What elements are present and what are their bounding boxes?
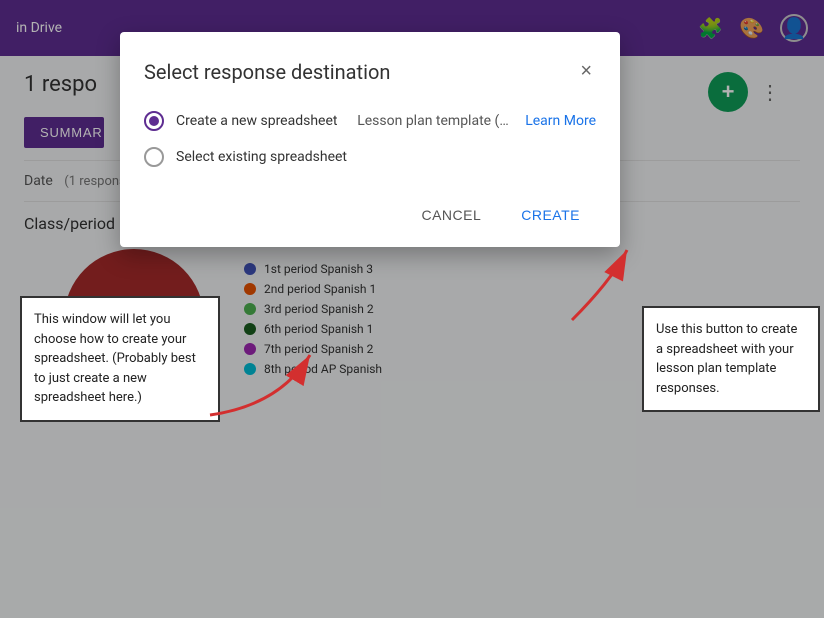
modal-options: Create a new spreadsheet Lesson plan tem… <box>144 111 596 167</box>
cancel-button[interactable]: CANCEL <box>405 199 497 231</box>
radio-create-new[interactable] <box>144 111 164 131</box>
select-response-destination-modal: Select response destination × Create a n… <box>120 32 620 247</box>
option-select-existing-label: Select existing spreadsheet <box>176 149 347 165</box>
arrow-left <box>200 345 320 429</box>
radio-inner-dot <box>149 116 159 126</box>
modal-actions: CANCEL CREATE <box>144 199 596 231</box>
annotation-box-left: This window will let you choose how to c… <box>20 296 220 422</box>
learn-more-link[interactable]: Learn More <box>525 113 596 129</box>
modal-close-button[interactable]: × <box>576 56 596 87</box>
modal-title: Select response destination <box>144 60 390 84</box>
annotation-box-right: Use this button to create a spreadsheet … <box>642 306 820 412</box>
option-extra: Lesson plan template (Respo Learn More <box>357 113 596 129</box>
spreadsheet-name-text: Lesson plan template (Respo <box>357 113 517 129</box>
option-select-existing[interactable]: Select existing spreadsheet <box>144 147 596 167</box>
arrow-right <box>552 240 642 334</box>
option-create-new[interactable]: Create a new spreadsheet Lesson plan tem… <box>144 111 596 131</box>
modal-header: Select response destination × <box>144 56 596 87</box>
create-button[interactable]: CREATE <box>505 199 596 231</box>
radio-select-existing[interactable] <box>144 147 164 167</box>
option-create-new-label: Create a new spreadsheet <box>176 113 337 129</box>
